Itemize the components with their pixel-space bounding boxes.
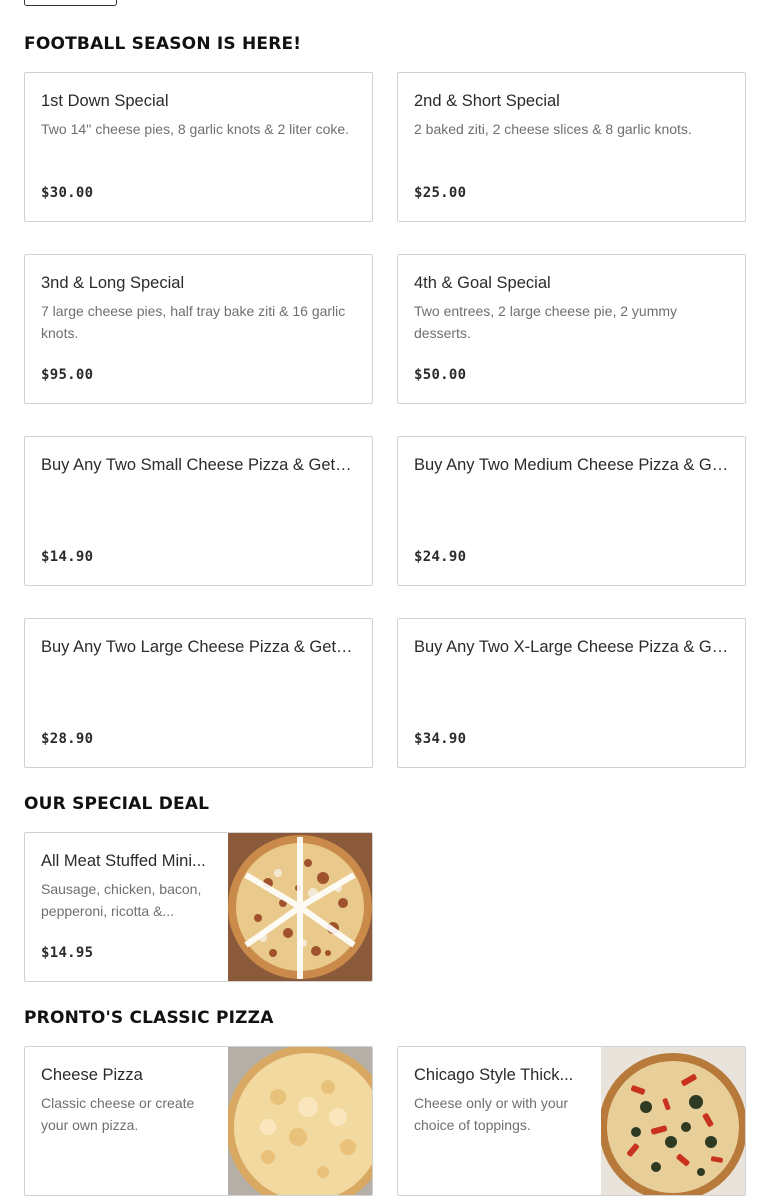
menu-item-name: Buy Any Two X-Large Cheese Pizza & Get..… (414, 638, 729, 656)
menu-item-price: $24.90 (414, 549, 467, 565)
menu-item-name: Buy Any Two Large Cheese Pizza & Get 3..… (41, 638, 356, 656)
menu-item-name: 4th & Goal Special (414, 274, 551, 292)
menu-item-card[interactable]: Chicago Style Thick... Cheese only or wi… (397, 1046, 746, 1196)
menu-item-card[interactable]: 3nd & Long Special 7 large cheese pies, … (24, 254, 373, 404)
menu-item-description: Two entrees, 2 large cheese pie, 2 yummy… (414, 303, 678, 341)
menu-item-description: Two 14'' cheese pies, 8 garlic knots & 2… (41, 121, 350, 137)
menu-item-card[interactable]: Buy Any Two X-Large Cheese Pizza & Get..… (397, 618, 746, 768)
menu-item-price: $34.90 (414, 731, 467, 747)
menu-item-description: 7 large cheese pies, half tray bake ziti… (41, 303, 346, 341)
menu-item-name: All Meat Stuffed Mini... (41, 852, 206, 870)
menu-item-card[interactable]: 4th & Goal Special Two entrees, 2 large … (397, 254, 746, 404)
menu-item-name: 1st Down Special (41, 92, 169, 110)
menu-item-description: 2 baked ziti, 2 cheese slices & 8 garlic… (414, 121, 692, 137)
menu-item-card[interactable]: All Meat Stuffed Mini... Sausage, chicke… (24, 832, 373, 982)
menu-item-card[interactable]: 1st Down Special Two 14'' cheese pies, 8… (24, 72, 373, 222)
menu-item-name: 3nd & Long Special (41, 274, 185, 292)
section-title-special-deal: OUR SPECIAL DEAL (24, 794, 210, 814)
section-title-classic-pizza: PRONTO'S CLASSIC PIZZA (24, 1008, 274, 1028)
meat-pizza-photo (228, 833, 372, 981)
category-tab-button[interactable] (24, 0, 117, 6)
menu-item-name: Chicago Style Thick... (414, 1066, 574, 1084)
menu-item-description: Cheese only or with your choice of toppi… (414, 1095, 569, 1133)
cheese-pizza-photo (228, 1047, 372, 1195)
menu-item-name: 2nd & Short Special (414, 92, 560, 110)
menu-item-card[interactable]: Buy Any Two Small Cheese Pizza & Get 3..… (24, 436, 373, 586)
menu-item-card[interactable]: Buy Any Two Large Cheese Pizza & Get 3..… (24, 618, 373, 768)
menu-item-description: Classic cheese or create your own pizza. (41, 1095, 195, 1133)
menu-item-price: $95.00 (41, 367, 94, 383)
menu-item-card[interactable]: Cheese Pizza Classic cheese or create yo… (24, 1046, 373, 1196)
menu-item-card[interactable]: 2nd & Short Special 2 baked ziti, 2 chee… (397, 72, 746, 222)
menu-item-price: $14.90 (41, 549, 94, 565)
menu-item-name: Buy Any Two Medium Cheese Pizza & Ge... (414, 456, 729, 474)
menu-item-card[interactable]: Buy Any Two Medium Cheese Pizza & Ge... … (397, 436, 746, 586)
menu-item-name: Buy Any Two Small Cheese Pizza & Get 3..… (41, 456, 356, 474)
menu-item-price: $14.95 (41, 945, 94, 961)
menu-item-price: $25.00 (414, 185, 467, 201)
section-title-football: FOOTBALL SEASON IS HERE! (24, 34, 302, 54)
menu-item-price: $28.90 (41, 731, 94, 747)
menu-item-name: Cheese Pizza (41, 1066, 143, 1084)
menu-item-description: Sausage, chicken, bacon, pepperoni, rico… (41, 881, 202, 919)
chicago-pizza-photo (601, 1047, 745, 1195)
menu-item-price: $30.00 (41, 185, 94, 201)
menu-item-price: $50.00 (414, 367, 467, 383)
